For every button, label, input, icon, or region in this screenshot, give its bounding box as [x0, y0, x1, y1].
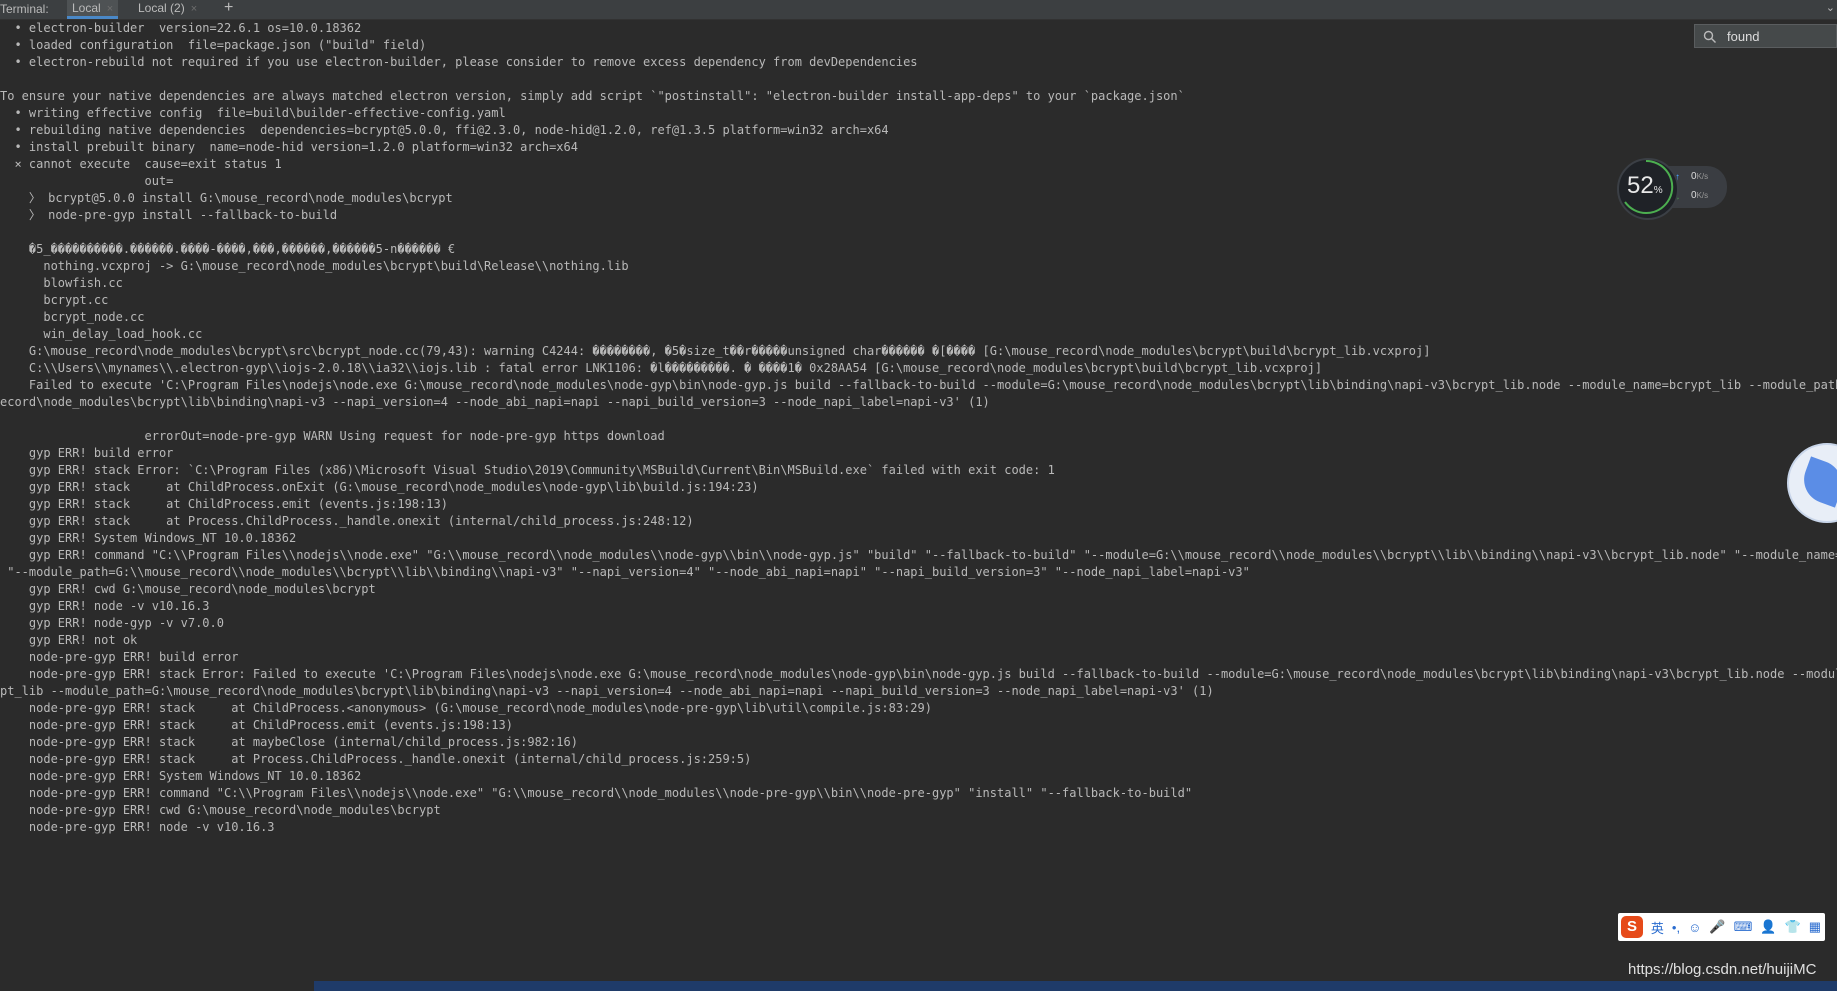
tab-label: Local	[72, 1, 101, 15]
close-icon[interactable]: ×	[191, 3, 197, 15]
add-tab-button[interactable]: +	[224, 0, 233, 17]
terminal-tab-bar: Terminal: Local × Local (2) × + ⌄	[0, 0, 1837, 20]
terminal-line: ecord\node_modules\bcrypt\lib\binding\na…	[0, 395, 990, 409]
minimize-icon[interactable]: ⌄	[1826, 1, 1835, 14]
search-icon	[1703, 30, 1716, 43]
ime-language-toggle[interactable]: 英	[1651, 918, 1664, 937]
rate-unit: K/s	[1696, 172, 1709, 181]
terminal-label: Terminal:	[0, 2, 49, 16]
punctuation-icon[interactable]: •,	[1672, 920, 1680, 935]
terminal-line: • electron-rebuild not required if you u…	[0, 55, 918, 69]
keyboard-icon[interactable]: ⌨	[1734, 919, 1753, 935]
status-strip	[314, 981, 1837, 991]
tab-local-2[interactable]: Local (2) ×	[133, 0, 202, 19]
tab-label: Local (2)	[138, 1, 185, 15]
microphone-icon[interactable]: 🎤	[1709, 919, 1725, 935]
sogou-logo: S	[1621, 916, 1643, 938]
terminal-line: 〉 node-pre-gyp install --fallback-to-bui…	[0, 208, 338, 222]
emoji-icon[interactable]: ☺	[1688, 920, 1701, 935]
terminal-line: node-pre-gyp ERR! node -v v10.16.3	[0, 820, 275, 834]
skin-icon[interactable]: 👕	[1785, 919, 1801, 935]
rate-unit: K/s	[1696, 191, 1709, 200]
terminal-search[interactable]	[1694, 24, 1837, 48]
tab-local[interactable]: Local ×	[67, 0, 119, 19]
cpu-usage-percent: 52	[1627, 172, 1654, 199]
close-icon[interactable]: ×	[107, 3, 113, 15]
ime-toolbar[interactable]: S 英 •, ☺ 🎤 ⌨ 👤 👕 ▦	[1618, 913, 1825, 941]
terminal-output[interactable]: • electron-builder version=22.6.1 os=10.…	[0, 20, 1837, 982]
user-icon[interactable]: 👤	[1760, 919, 1776, 935]
watermark: https://blog.csdn.net/huijiMC	[1628, 961, 1817, 978]
search-input[interactable]	[1727, 27, 1835, 45]
grid-menu-icon[interactable]: ▦	[1809, 919, 1821, 935]
percent-unit: %	[1653, 185, 1663, 196]
